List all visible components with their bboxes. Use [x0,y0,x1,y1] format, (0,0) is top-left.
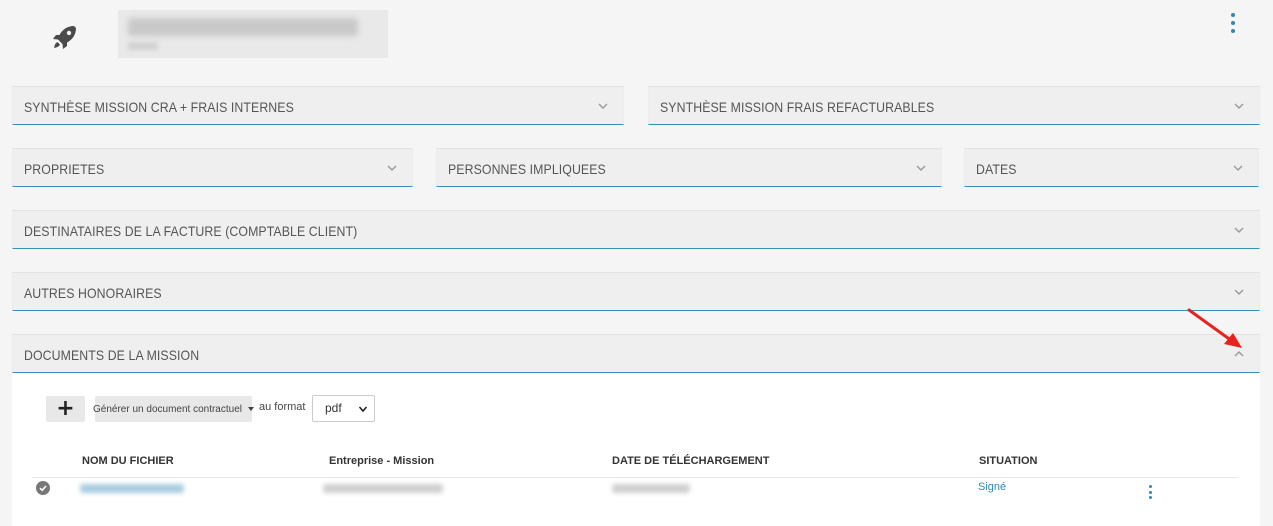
format-value: pdf [325,401,342,415]
panel-label: SYNTHÈSE MISSION CRA + FRAIS INTERNES [24,99,294,115]
chevron-down-icon [1234,103,1244,109]
subtitle-blur [128,42,158,50]
chevron-down-icon [916,165,926,171]
table-divider [32,477,1238,478]
panel-label: PROPRIETES [24,161,105,177]
chevron-down-icon [1233,165,1243,171]
panel-label: DATES [976,161,1017,177]
add-document-button[interactable]: + [46,396,85,422]
title-blur [128,18,358,36]
panel-proprietes[interactable]: PROPRIETES [12,148,413,187]
panel-autres-honoraires[interactable]: AUTRES HONORAIRES [12,272,1260,311]
panel-documents[interactable]: DOCUMENTS DE LA MISSION [12,334,1260,373]
check-circle-icon [36,481,50,495]
rocket-icon [53,26,76,49]
chevron-down-icon [1234,227,1244,233]
panel-label: AUTRES HONORAIRES [24,285,162,301]
row-kebab-menu-icon[interactable] [1144,485,1156,499]
panel-dates[interactable]: DATES [964,148,1259,187]
kebab-menu-icon[interactable] [1226,13,1240,33]
status-link[interactable]: Signé [978,481,1006,493]
filename-link-redacted[interactable] [80,484,184,493]
column-header-upload-date[interactable]: DATE DE TÉLÉCHARGEMENT [612,455,769,467]
panel-personnes[interactable]: PERSONNES IMPLIQUEES [436,148,942,187]
page-header [0,0,1273,62]
company-redacted [323,484,443,493]
chevron-down-icon [358,406,368,413]
column-header-company[interactable]: Entreprise - Mission [329,455,434,467]
generate-label: Générer un document contractuel [93,403,242,415]
column-header-filename[interactable]: NOM DU FICHIER [82,455,174,467]
panel-label: PERSONNES IMPLIQUEES [448,161,606,177]
panel-synthese-frais[interactable]: SYNTHÈSE MISSION FRAIS REFACTURABLES [648,86,1260,125]
panel-label: DESTINATAIRES DE LA FACTURE (COMPTABLE C… [24,223,358,239]
column-header-status[interactable]: SITUATION [979,455,1037,467]
caret-down-icon [248,407,254,411]
mission-title-redacted [118,10,388,58]
chevron-down-icon [1234,289,1244,295]
panel-synthese-cra[interactable]: SYNTHÈSE MISSION CRA + FRAIS INTERNES [12,86,624,125]
format-label: au format [259,401,306,413]
generate-document-dropdown[interactable]: Générer un document contractuel [93,396,254,422]
red-arrow-icon [1187,308,1242,348]
format-select[interactable]: pdf [312,395,375,422]
chevron-down-icon [387,165,397,171]
panel-destinataires[interactable]: DESTINATAIRES DE LA FACTURE (COMPTABLE C… [12,210,1260,249]
upload-date-redacted [612,484,690,493]
plus-icon: + [56,396,75,421]
chevron-down-icon [598,103,608,109]
panel-label: SYNTHÈSE MISSION FRAIS REFACTURABLES [660,99,935,115]
panel-label: DOCUMENTS DE LA MISSION [24,347,200,363]
